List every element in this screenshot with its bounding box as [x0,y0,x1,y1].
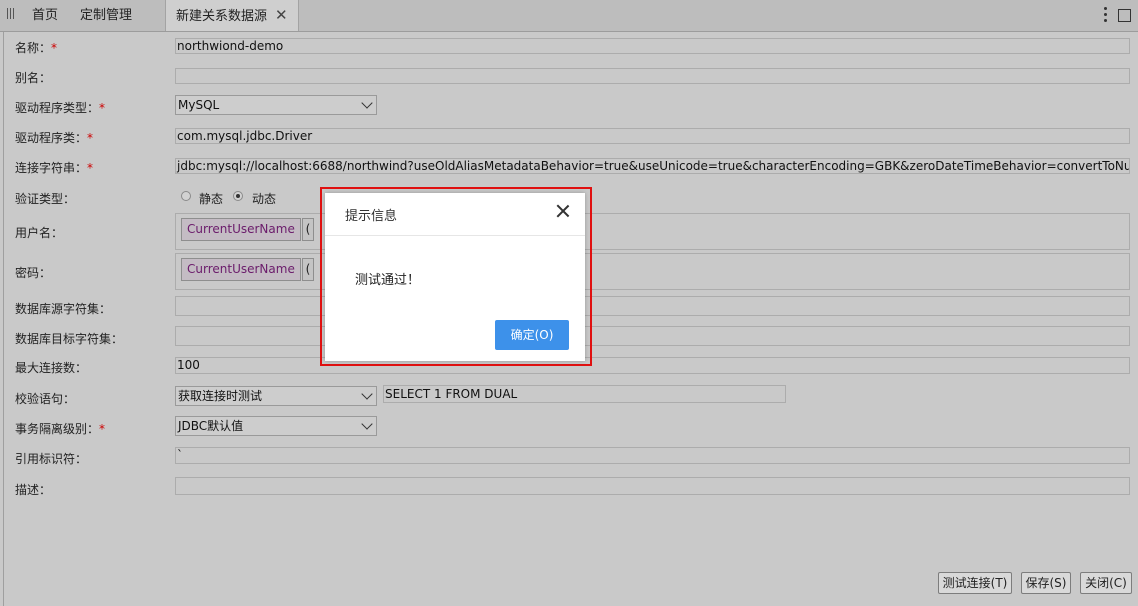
target-charset-select[interactable] [175,326,1130,346]
more-vertical-icon[interactable] [1102,6,1108,24]
label-password: 密码： [15,266,52,280]
label-quote-identifier: 引用标识符： [15,452,88,466]
label-connection-string: 连接字符串：* [15,161,94,175]
label-target-charset: 数据库目标字符集： [15,332,124,346]
test-connection-button[interactable]: 测试连接(T) [938,572,1012,594]
dialog-message: 测试通过！ [355,273,421,288]
label-driver-class: 驱动程序类：* [15,131,94,145]
label-source-charset: 数据库源字符集： [15,302,112,316]
maximize-icon[interactable] [1118,9,1131,22]
quote-identifier-input[interactable]: ` [175,447,1130,464]
label-name: 名称：* [15,41,58,55]
label-alias: 别名： [15,71,52,85]
chevron-down-icon [361,388,373,400]
radio-dynamic[interactable] [233,191,243,201]
password-token[interactable]: CurrentUserName [181,258,301,281]
max-connections-input[interactable]: 100 [175,357,1130,374]
username-paren: ( [302,218,314,241]
driver-type-select[interactable]: MySQL [175,95,377,115]
tab-home[interactable]: 首页 [32,0,58,31]
tab-label: 新建关系数据源 [176,9,268,24]
source-charset-select[interactable] [175,296,1130,316]
chevron-down-icon [361,418,373,430]
tab-custom-management[interactable]: 定制管理 [80,0,132,31]
label-username: 用户名： [15,226,64,240]
driver-class-input[interactable]: com.mysql.jdbc.Driver [175,128,1130,144]
name-input[interactable]: northwiond-demo [175,38,1130,54]
divider [3,32,4,606]
ok-button[interactable]: 确定(O) [495,320,569,350]
password-paren: ( [302,258,314,281]
close-icon[interactable]: ✕ [275,0,288,31]
connection-string-input[interactable]: jdbc:mysql://localhost:6688/northwind?us… [175,158,1130,174]
message-dialog: 提示信息 测试通过！ 确定(O) [325,193,585,361]
label-max-connections: 最大连接数： [15,361,88,375]
password-expression-box[interactable] [175,253,1130,290]
radio-static[interactable] [181,191,191,201]
radio-static-label: 静态 [199,192,224,206]
label-driver-type: 驱动程序类型：* [15,101,106,115]
close-button[interactable]: 关闭(C) [1080,572,1132,594]
isolation-level-select[interactable]: JDBC默认值 [175,416,377,436]
alias-input[interactable] [175,68,1130,84]
label-isolation-level: 事务隔离级别：* [15,422,106,436]
validation-query-input[interactable]: SELECT 1 FROM DUAL [383,385,786,403]
label-description: 描述： [15,483,52,497]
tab-new-relational-datasource[interactable]: 新建关系数据源 ✕ [165,0,299,31]
username-expression-box[interactable] [175,213,1130,250]
save-button[interactable]: 保存(S) [1021,572,1071,594]
label-auth-type: 验证类型： [15,192,76,206]
tab-bar: 首页 定制管理 新建关系数据源 ✕ [0,0,1138,32]
label-validation-query: 校验语句： [15,392,76,406]
validation-mode-select[interactable]: 获取连接时测试 [175,386,377,406]
username-token[interactable]: CurrentUserName [181,218,301,241]
chevron-down-icon [361,97,373,109]
description-input[interactable] [175,477,1130,495]
divider [325,235,585,236]
dialog-title: 提示信息 [345,209,398,224]
close-icon[interactable] [555,203,571,219]
grip-icon[interactable] [6,8,16,21]
radio-dynamic-label: 动态 [252,192,277,206]
